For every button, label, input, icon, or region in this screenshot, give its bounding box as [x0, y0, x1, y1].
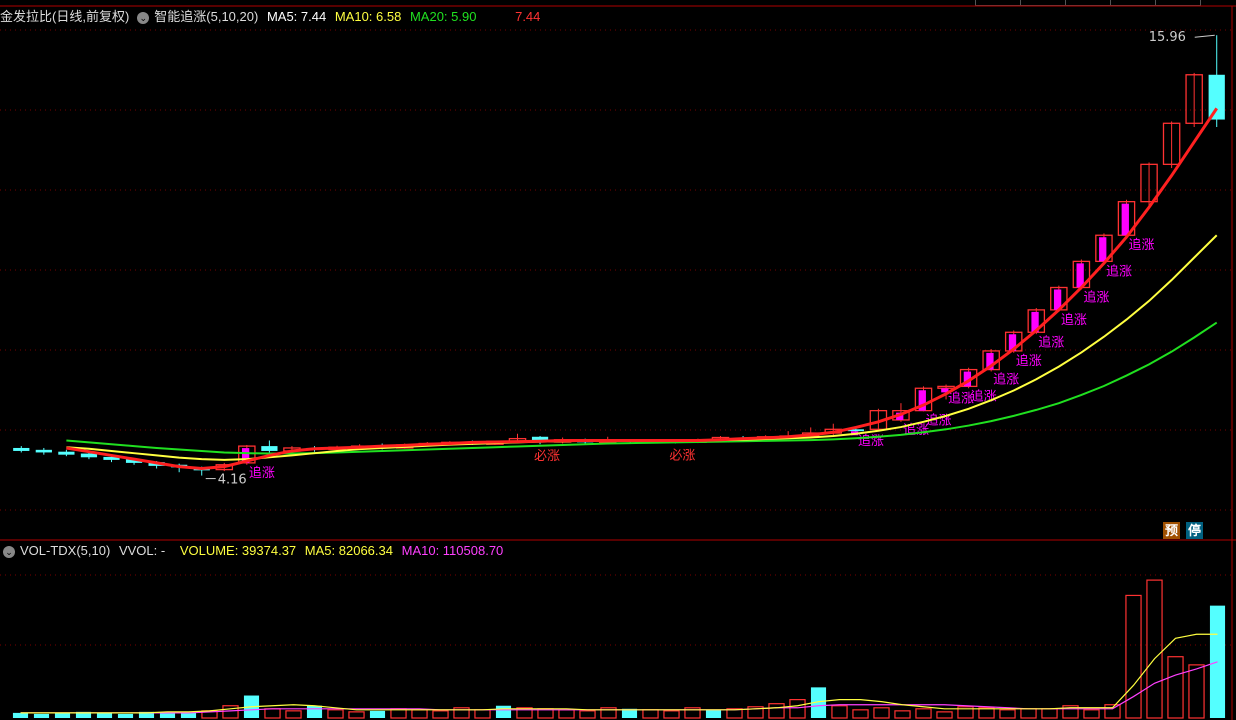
volume-bar-up: [1020, 708, 1037, 719]
volume-bar-up: [1041, 708, 1058, 719]
volume-bar-up: [558, 709, 575, 719]
candle-body-down: [35, 449, 52, 453]
signal-must-label: 必涨: [534, 449, 560, 464]
signal-bar: [1099, 237, 1107, 262]
candle-body-down: [1208, 74, 1225, 120]
volume-bar-up: [222, 705, 239, 719]
volume-bar-up: [432, 710, 449, 719]
volume-ma5-line: [20, 633, 1218, 714]
signal-up-label: 追涨: [971, 388, 997, 404]
signal-up-label: 追涨: [249, 465, 275, 481]
volume-bar-down: [33, 713, 50, 718]
volume-bar-up: [789, 699, 806, 719]
volume-bar-up: [873, 707, 890, 719]
candle-body-down: [261, 446, 278, 451]
signal-up-label: 追涨: [1129, 237, 1155, 253]
volume-bar-down: [306, 705, 323, 718]
volume-ma10-line: [20, 661, 1218, 714]
volume-bar-down: [705, 709, 722, 718]
volume-bar-down: [495, 705, 512, 718]
volume-bar-up: [411, 709, 428, 719]
signal-must-label: 必涨: [669, 448, 695, 463]
signal-up-label: 追涨: [1083, 289, 1109, 305]
low-price-label: 4.16: [218, 473, 247, 488]
signal-up-label: 追涨: [1106, 263, 1132, 279]
volume-bar-up: [999, 709, 1016, 719]
kline-chart[interactable]: 追涨追涨追涨追涨追涨追涨追涨追涨追涨追涨追涨追涨追涨必涨 必涨15.964.16: [0, 0, 1236, 720]
volume-bar-up: [1188, 664, 1205, 719]
volume-bar-down: [180, 712, 197, 718]
signal-bar: [1121, 203, 1129, 236]
volume-bar-up: [894, 710, 911, 719]
volume-bar-up: [915, 708, 932, 719]
volume-bar-up: [474, 709, 491, 719]
volume-bar-down: [159, 712, 176, 718]
volume-bar-down: [96, 712, 113, 718]
volume-bar-up: [264, 708, 281, 719]
candle-body-down: [58, 451, 75, 455]
volume-bar-up: [1104, 704, 1121, 719]
signal-up-label: 追涨: [1061, 312, 1087, 328]
high-price-label: 15.96: [1149, 30, 1186, 45]
volume-bar-up: [768, 703, 785, 719]
volume-bar-up: [1167, 656, 1184, 719]
high-price-arrow: [1194, 34, 1215, 38]
volume-bar-down: [12, 712, 29, 718]
volume-bar-up: [579, 710, 596, 719]
volume-bar-up: [663, 710, 680, 719]
volume-bar-up: [852, 709, 869, 719]
signal-up-label: 追涨: [1016, 353, 1042, 369]
volume-bar-up: [1083, 709, 1100, 719]
volume-bar-up: [936, 711, 953, 719]
volume-bar-down: [369, 710, 386, 718]
signal-up-label: 追涨: [858, 433, 884, 449]
ma5-line: [66, 107, 1218, 470]
volume-bar-up: [285, 710, 302, 719]
volume-bar-down: [54, 712, 71, 718]
volume-bar-up: [1146, 579, 1163, 719]
volume-bar-up: [327, 709, 344, 719]
volume-bar-up: [831, 705, 848, 719]
volume-bar-up: [348, 711, 365, 719]
candle-body-down: [13, 447, 30, 451]
volume-bar-down: [117, 713, 134, 718]
signal-up-label: 追涨: [1038, 334, 1064, 350]
signal-up-label: 追涨: [993, 372, 1019, 388]
volume-bar-up: [642, 709, 659, 719]
